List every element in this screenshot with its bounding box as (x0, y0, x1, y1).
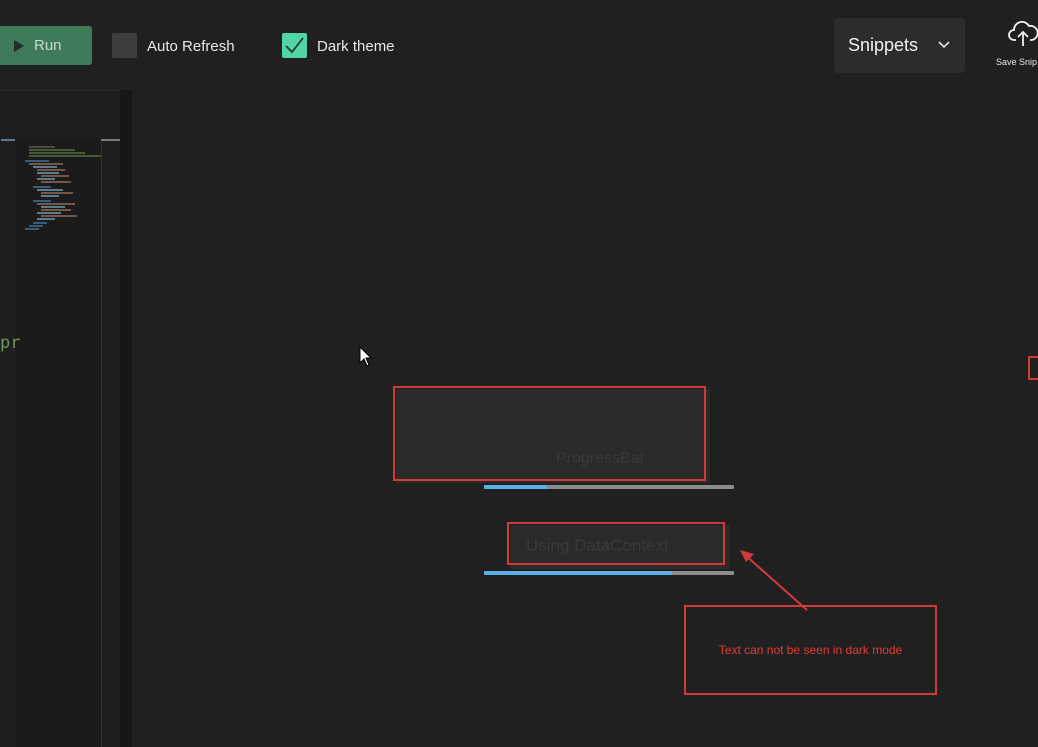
minimap-indicator (1, 139, 15, 141)
chevron-down-icon (938, 41, 950, 49)
cloud-upload-icon (1008, 20, 1038, 46)
checkmark-icon (285, 37, 304, 54)
pane-splitter[interactable] (120, 90, 132, 747)
highlight-box-1 (393, 386, 706, 481)
code-fragment: pr (0, 333, 21, 353)
auto-refresh-checkbox[interactable] (112, 33, 137, 58)
code-editor[interactable]: pr (0, 90, 121, 747)
run-button-label: Run (34, 37, 62, 54)
editor-minimap[interactable] (1, 139, 121, 747)
annotation-text: Text can not be seen in dark mode (718, 643, 903, 657)
save-snippet-button[interactable]: Save Snip (992, 18, 1038, 78)
annotation-arrow-icon (740, 550, 808, 611)
auto-refresh-label: Auto Refresh (147, 38, 235, 55)
save-snippet-label: Save Snip (996, 57, 1038, 67)
mouse-cursor-icon (359, 346, 373, 367)
snippets-dropdown[interactable]: Snippets (834, 18, 965, 73)
toolbar: Run Auto Refresh Dark theme Snippets Sav… (0, 0, 1038, 90)
annotation-note: Text can not be seen in dark mode (684, 605, 937, 695)
play-icon (14, 39, 24, 52)
highlight-box-2 (507, 522, 725, 565)
progressbar-2 (484, 571, 734, 575)
progressbar-1 (484, 485, 734, 489)
progressbar-1-fill (484, 485, 547, 489)
snippets-label: Snippets (848, 35, 919, 55)
run-button[interactable]: Run (0, 26, 92, 65)
dark-theme-label: Dark theme (317, 38, 395, 55)
scrollbar-thumb[interactable] (101, 139, 121, 141)
minimap-code-lines (25, 146, 101, 230)
dark-theme-checkbox[interactable] (282, 33, 307, 58)
highlight-box-edge (1028, 356, 1038, 380)
progressbar-2-fill (484, 571, 672, 575)
